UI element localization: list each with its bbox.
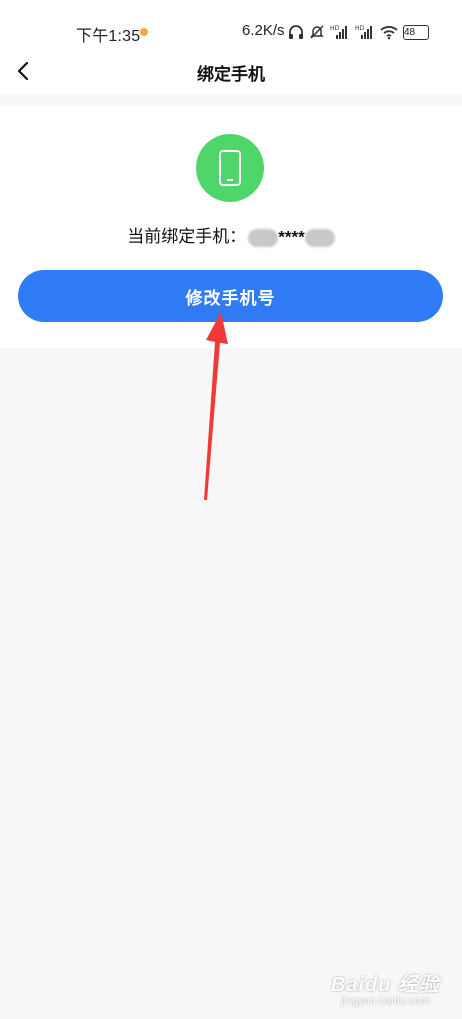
wifi-icon bbox=[380, 24, 398, 40]
mute-icon bbox=[309, 24, 325, 40]
current-phone-text: 当前绑定手机： **** bbox=[0, 222, 462, 248]
modify-phone-button[interactable]: 修改手机号 bbox=[18, 270, 443, 322]
hd-signal-icon: HD bbox=[355, 24, 375, 40]
masked-number: **** bbox=[278, 227, 305, 247]
network-speed: 6.2K/s bbox=[242, 22, 285, 39]
hd-signal-icon: HD bbox=[330, 24, 350, 40]
notification-dot-icon bbox=[140, 28, 148, 36]
redacted-digits bbox=[248, 228, 279, 247]
nav-bar: 绑定手机 bbox=[0, 48, 462, 94]
watermark-url: jingyan.baidu.com bbox=[341, 995, 430, 1007]
svg-text:HD: HD bbox=[330, 25, 340, 32]
phone-binding-card: 当前绑定手机： **** 修改手机号 bbox=[0, 106, 462, 348]
status-time: 下午1:35 bbox=[76, 28, 141, 45]
svg-text:HD: HD bbox=[355, 25, 365, 32]
redacted-digits bbox=[304, 228, 335, 247]
phone-icon bbox=[196, 134, 264, 202]
watermark-logo: Baidu 经验 bbox=[330, 974, 440, 996]
current-phone-label: 当前绑定手机： bbox=[127, 227, 247, 246]
status-icons: HD HD 48 bbox=[288, 22, 429, 42]
battery-icon: 48 bbox=[403, 24, 429, 40]
headphones-icon bbox=[288, 24, 304, 40]
status-bar: 下午1:35 6.2K/s HD HD 48 bbox=[0, 0, 462, 48]
watermark: Baidu 经验 jingyan.baidu.com bbox=[331, 968, 440, 1007]
page-title: 绑定手机 bbox=[197, 65, 265, 84]
